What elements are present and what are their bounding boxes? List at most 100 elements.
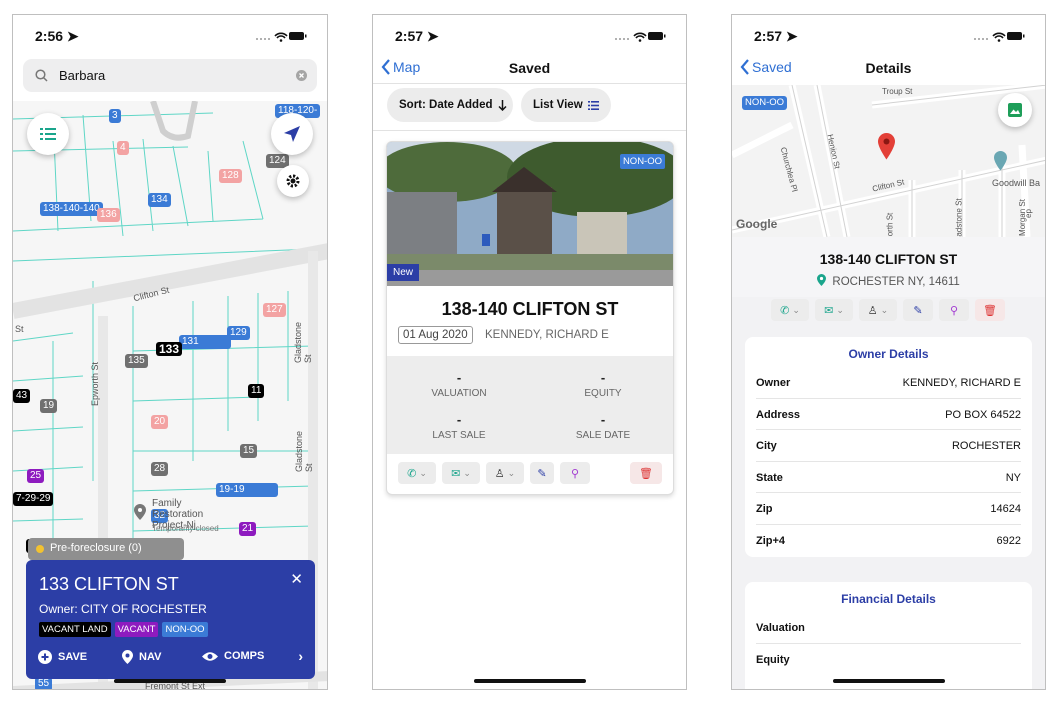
sort-label: Sort: Date Added	[399, 99, 493, 111]
list-view-button[interactable]	[27, 113, 69, 155]
map-parcel-label[interactable]: 25	[27, 469, 45, 483]
street-label-epworth: Epworth St	[90, 361, 101, 407]
status-time: 2:56 ➤	[35, 28, 79, 44]
map-parcel-label[interactable]: 19	[40, 399, 58, 413]
delete-button[interactable]: 🗑	[630, 462, 662, 484]
financial-details-rows: Valuation Equity	[745, 612, 1032, 675]
contact-button[interactable]: ♙ ⌄	[859, 299, 897, 321]
phone-details-screen: 2:57 ➤ Saved Details NON-OO Troup St Cli…	[731, 14, 1046, 690]
save-button[interactable]: SAVE	[38, 650, 87, 664]
chevron-down-icon: ⌄	[463, 467, 471, 478]
map-parcel-label[interactable]: 21	[239, 522, 257, 536]
map-parcel-label[interactable]: 3	[109, 109, 121, 123]
email-button[interactable]: ✉ ⌄	[815, 299, 853, 321]
street-label-gladstone: Gladstone St	[954, 198, 964, 237]
row-key: Owner	[756, 377, 791, 389]
nav-button[interactable]: NAV	[122, 650, 161, 664]
contact-button[interactable]: ♙ ⌄	[486, 462, 524, 484]
location-arrow-icon	[284, 126, 300, 142]
phone-map-screen: 2:56 ➤ Barbara Clifton St St Epworth St …	[12, 14, 328, 690]
metric-value: -	[600, 370, 606, 385]
detail-row-zip4: Zip+4 6922	[756, 525, 1021, 557]
map-parcel-label[interactable]: 128	[219, 169, 242, 183]
detail-row-owner: Owner KENNEDY, RICHARD E	[756, 367, 1021, 399]
map-parcel-label[interactable]: 136	[97, 208, 120, 222]
map-parcel-label[interactable]: 15	[240, 444, 258, 458]
financial-details-heading: Financial Details	[841, 592, 936, 606]
search-bar[interactable]: Barbara	[23, 59, 317, 92]
map-parcel-label-selected[interactable]: 133	[156, 342, 183, 356]
edit-button[interactable]: ✎	[903, 299, 933, 321]
map-parcel-label[interactable]: 11	[248, 384, 265, 398]
call-button[interactable]: ✆ ⌄	[398, 462, 436, 484]
map-parcel-label[interactable]: 43	[13, 389, 31, 403]
close-icon[interactable]: ✕	[290, 570, 303, 588]
status-bar: 2:56 ➤	[13, 15, 327, 55]
property-city-text: ROCHESTER NY, 14611	[832, 276, 960, 288]
map-parcel-label[interactable]: 19-19	[216, 483, 278, 497]
mail-icon: ✉	[451, 467, 461, 480]
property-owner: KENNEDY, RICHARD E	[485, 329, 609, 341]
saved-property-card[interactable]: NON-OO New 138-140 CLIFTON ST 01 Aug 202…	[386, 141, 674, 495]
property-card[interactable]: 133 CLIFTON ST ✕ Owner: CITY OF ROCHESTE…	[26, 560, 315, 679]
row-value: PO BOX 64522	[945, 408, 1021, 421]
map-pin-icon	[122, 650, 133, 664]
pre-foreclosure-filter[interactable]: Pre-foreclosure (0)	[28, 538, 184, 560]
nav-bar: Saved Details	[732, 55, 1045, 83]
street-label-gladstone-2: Gladstone St	[294, 430, 314, 472]
badge-non-oo: NON-OO	[742, 96, 788, 110]
map-parcel-label[interactable]: 138-140-140	[40, 202, 103, 216]
locate-me-button[interactable]	[271, 113, 313, 155]
metric-value: -	[456, 370, 462, 385]
chevron-down-icon: ⌄	[419, 467, 427, 478]
phone-saved-screen: 2:57 ➤ Map Saved Sort: Date Added List V…	[372, 14, 687, 690]
detail-row-equity: Equity	[756, 644, 1021, 676]
list-icon	[40, 128, 56, 140]
row-key: Address	[756, 408, 801, 421]
google-logo: Google	[736, 217, 778, 231]
map-pin-icon	[817, 274, 827, 286]
location-button[interactable]: ⚲	[939, 299, 969, 321]
call-button[interactable]: ✆ ⌄	[771, 299, 809, 321]
list-icon	[587, 100, 599, 110]
divider	[373, 83, 686, 84]
map-parcel-label[interactable]: 4	[117, 141, 129, 155]
metric-equity: - EQUITY	[531, 370, 673, 399]
phone-icon: ✆	[780, 304, 790, 317]
detail-row-valuation: Valuation	[756, 612, 1021, 644]
status-time-text: 2:57	[754, 28, 783, 44]
clear-search-icon[interactable]	[296, 70, 307, 81]
search-input[interactable]: Barbara	[59, 68, 105, 83]
detail-row-zip: Zip 14624	[756, 493, 1021, 525]
row-value: ROCHESTER	[951, 440, 1021, 452]
trash-icon: 🗑	[983, 304, 997, 317]
map-parcel-label[interactable]: 134	[148, 193, 171, 207]
map-parcel-label[interactable]: 127	[263, 303, 286, 317]
status-time-text: 2:56	[35, 28, 64, 44]
street-view-button[interactable]	[998, 93, 1032, 127]
metric-valuation: - VALUATION	[387, 370, 531, 399]
page-title: Saved	[508, 60, 551, 76]
property-address: 138-140 CLIFTON ST	[441, 299, 619, 319]
street-label-gladstone-1: Gladstone St	[293, 321, 313, 363]
sort-button[interactable]: Sort: Date Added	[387, 88, 513, 122]
tag-vacant: VACANT	[114, 622, 159, 637]
map-parcel-label[interactable]: 20	[151, 415, 169, 429]
map-parcel-label[interactable]: 28	[151, 462, 169, 476]
chevron-right-icon[interactable]: ›	[298, 648, 303, 664]
comps-label: COMPS	[224, 650, 265, 662]
location-button[interactable]: ⚲	[560, 462, 590, 484]
map-parcel-label[interactable]: 7-29-29	[13, 492, 54, 506]
email-button[interactable]: ✉ ⌄	[442, 462, 480, 484]
map-parcel-label[interactable]: 131	[179, 335, 231, 349]
edit-button[interactable]: ✎	[530, 462, 554, 484]
arrow-down-icon	[497, 99, 507, 111]
delete-button[interactable]: 🗑	[975, 299, 1005, 321]
comps-button[interactable]: COMPS	[202, 650, 264, 662]
map-pin-icon: ⚲	[949, 304, 959, 317]
list-view-toggle[interactable]: List View	[521, 88, 611, 122]
map-parcel-label[interactable]: 135	[125, 354, 148, 368]
settings-button[interactable]	[277, 165, 309, 197]
status-icons	[974, 32, 1025, 42]
mini-map[interactable]: NON-OO Troup St Clifton St Goodwill Ba C…	[732, 85, 1045, 237]
